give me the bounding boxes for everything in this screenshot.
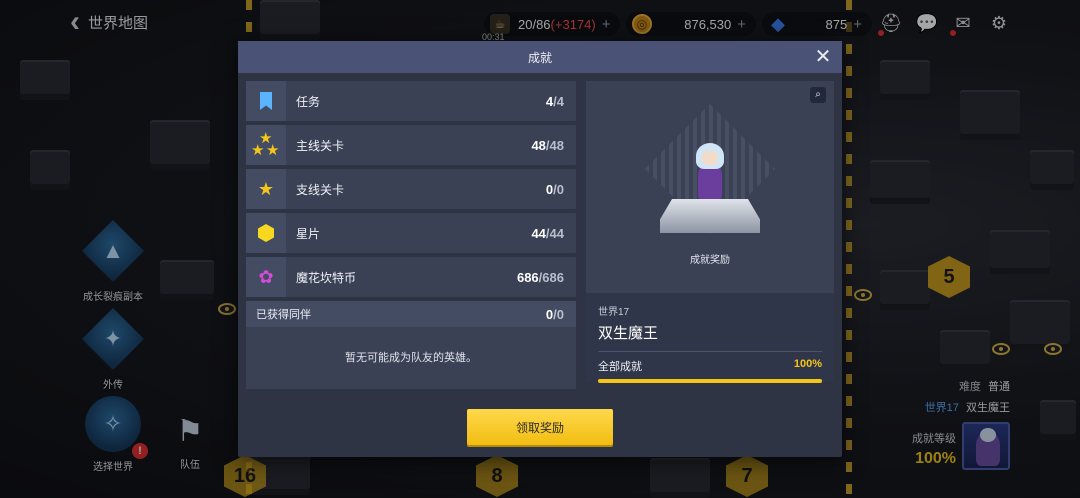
bookmark-icon — [260, 92, 272, 110]
achievement-row-main-stages: ★ ★ ★ 主线关卡 48/48 — [246, 125, 576, 165]
close-icon[interactable]: ✕ — [812, 46, 834, 68]
reward-detail: 世界17 双生魔王 全部成就 100% — [586, 293, 834, 383]
reward-panel: ⌕ 成就奖励 世界17 双生魔王 全部成就 100% — [586, 81, 834, 383]
dialog-body: 任务 4/4 ★ ★ ★ 主线关卡 48/48 ★ 支线关卡 0/0 星片 44… — [246, 81, 834, 391]
achievement-row-side-stages: ★ 支线关卡 0/0 — [246, 169, 576, 209]
reward-world: 世界17 — [598, 307, 630, 318]
row-count: 686/686 — [516, 269, 564, 285]
companion-header: 已获得同伴 0/0 — [246, 301, 576, 327]
dialog-title: 成就 — [527, 50, 552, 65]
companion-label: 已获得同伴 — [256, 309, 311, 321]
magnifier-icon[interactable]: ⌕ — [810, 87, 826, 103]
row-label: 主线关卡 — [296, 138, 345, 153]
dialog-header: 成就 ✕ — [238, 41, 842, 73]
claim-reward-button[interactable]: 领取奖励 — [467, 409, 613, 445]
achievement-dialog: 成就 ✕ 任务 4/4 ★ ★ ★ 主线关卡 48/48 ★ 支线关卡 0/0 … — [238, 41, 842, 457]
row-count: 44/44 — [531, 225, 564, 241]
row-count: 4/4 — [545, 93, 564, 109]
companion-count: 0/0 — [545, 306, 564, 322]
star-icon: ★ — [257, 179, 275, 199]
row-label: 支线关卡 — [296, 182, 345, 197]
row-label: 魔花坎特币 — [296, 270, 357, 285]
three-stars-icon: ★ ★ ★ — [251, 130, 280, 159]
row-count: 0/0 — [545, 181, 564, 197]
achievement-row-flower-coins: ✿ 魔花坎特币 686/686 — [246, 257, 576, 297]
reward-character-art[interactable] — [644, 103, 776, 241]
flower-coin-icon: ✿ — [258, 266, 274, 287]
achievement-row-quests: 任务 4/4 — [246, 81, 576, 121]
row-label: 任务 — [296, 94, 321, 109]
reward-label: 成就奖励 — [690, 255, 730, 266]
achievement-list: 任务 4/4 ★ ★ ★ 主线关卡 48/48 ★ 支线关卡 0/0 星片 44… — [246, 81, 576, 389]
companion-section: 已获得同伴 0/0 暂无可能成为队友的英雄。 — [246, 301, 576, 389]
progress-fill — [598, 379, 822, 383]
star-shard-icon — [258, 224, 274, 242]
row-label: 星片 — [296, 226, 321, 241]
companion-empty-text: 暂无可能成为队友的英雄。 — [345, 352, 477, 364]
reward-boss-name: 双生魔王 — [598, 325, 659, 342]
all-achievements-percent: 100% — [793, 358, 822, 370]
row-count: 48/48 — [531, 137, 564, 153]
all-achievements-label: 全部成就 — [598, 361, 642, 373]
achievement-row-star-shards: 星片 44/44 — [246, 213, 576, 253]
achievement-progress-bar — [598, 379, 822, 383]
